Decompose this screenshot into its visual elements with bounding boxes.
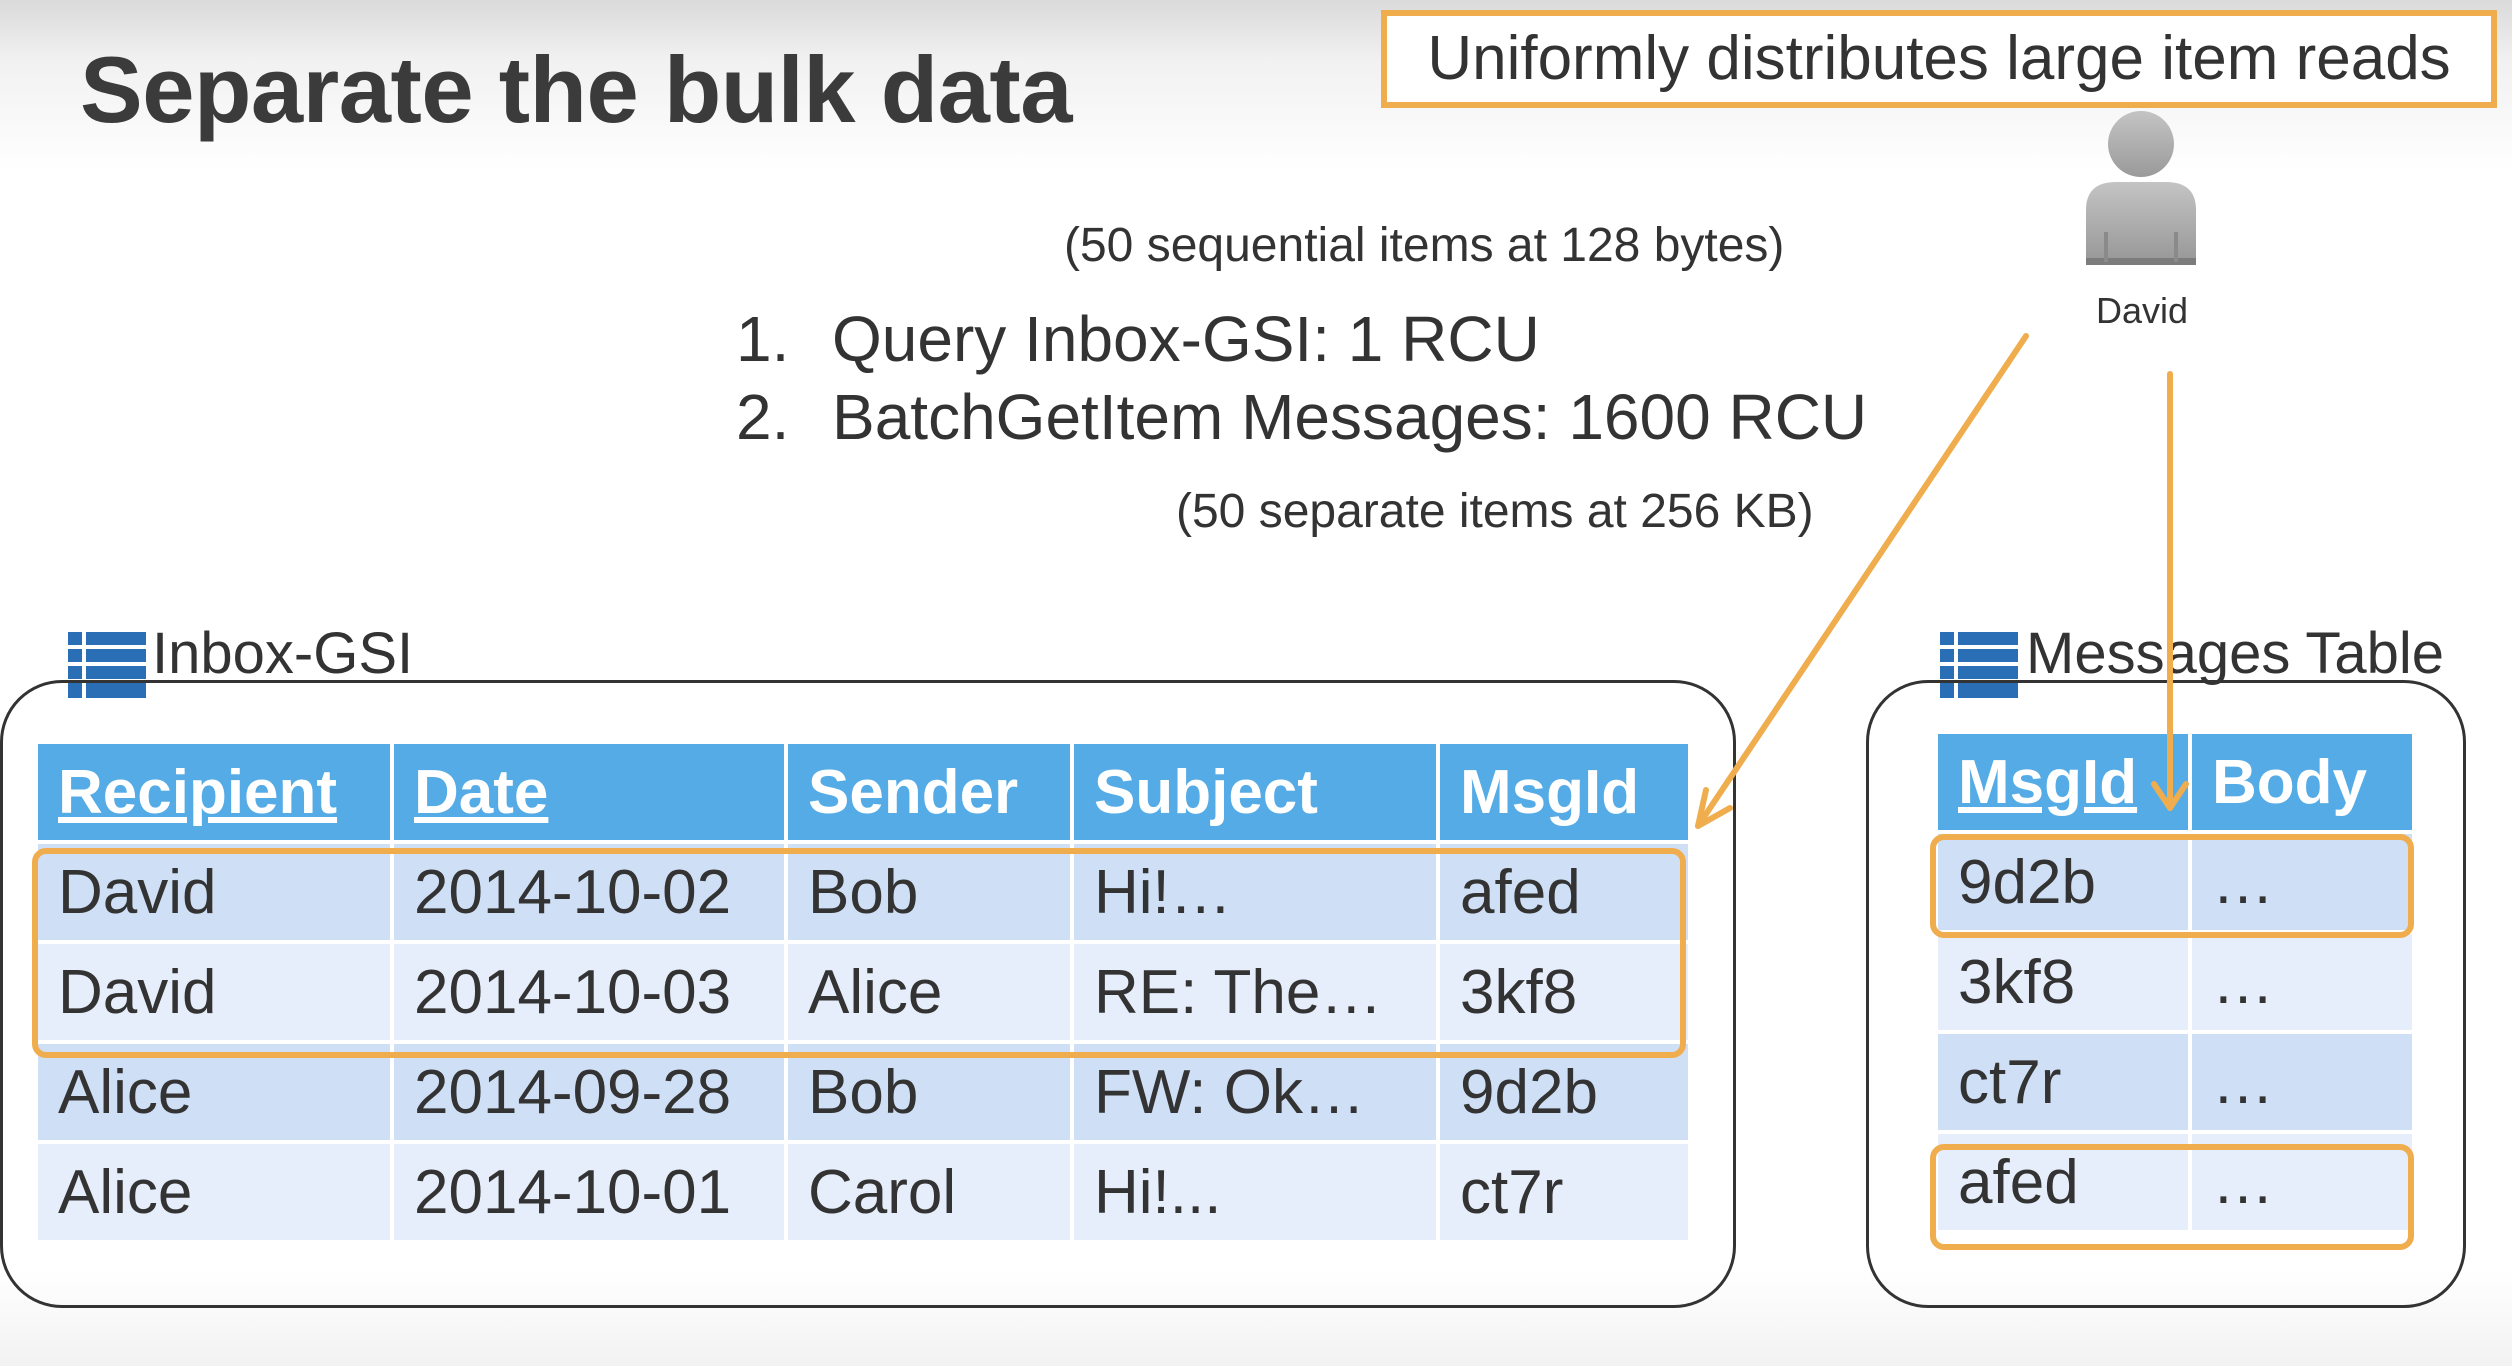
arrows-layer xyxy=(1695,333,2189,829)
arrow-to-inbox-gsi xyxy=(1695,333,2029,829)
arrow-to-messages-table xyxy=(2151,371,2189,811)
